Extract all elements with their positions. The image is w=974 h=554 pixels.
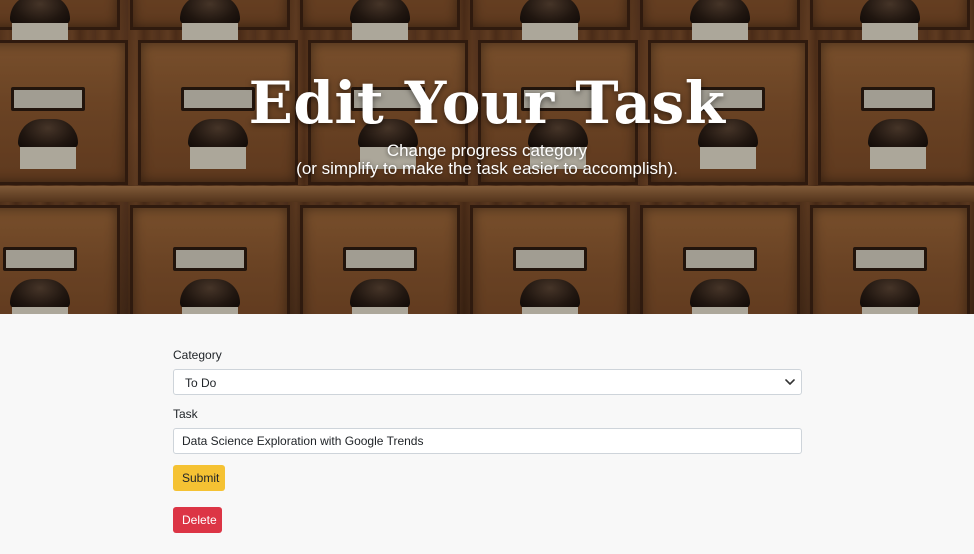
hero-subtitle-line-2: (or simplify to make the task easier to … [296, 159, 678, 178]
chevron-down-icon [783, 373, 797, 391]
edit-task-form: Category To Do Task Submit Delete [173, 348, 802, 533]
hero-banner: Edit Your Task Change progress category … [0, 0, 974, 314]
category-select[interactable]: To Do [173, 369, 802, 395]
category-selected-value: To Do [185, 376, 217, 390]
delete-button[interactable]: Delete [173, 507, 222, 533]
task-input[interactable] [173, 428, 802, 454]
category-label: Category [173, 348, 222, 362]
hero-text: Edit Your Task Change progress category … [0, 0, 974, 178]
page-title: Edit Your Task [248, 69, 726, 137]
submit-button[interactable]: Submit [173, 465, 225, 491]
hero-subtitle-line-1: Change progress category [386, 141, 588, 160]
task-label: Task [173, 407, 198, 421]
